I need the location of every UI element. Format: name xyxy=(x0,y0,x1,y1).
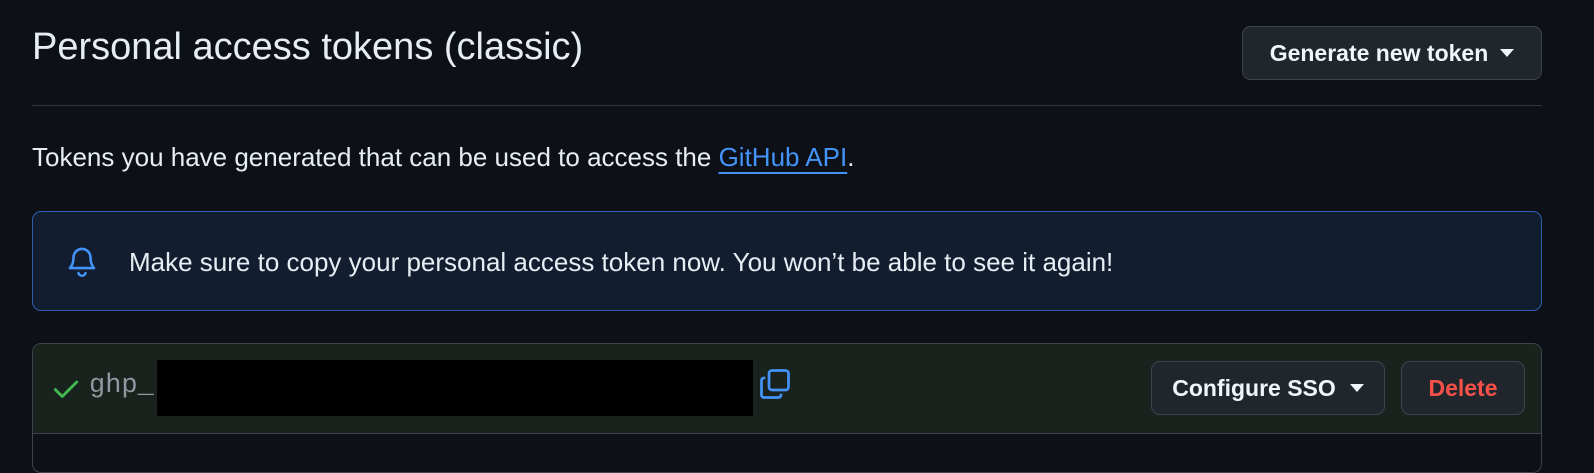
notice-message: Make sure to copy your personal access t… xyxy=(129,247,1114,277)
description-period: . xyxy=(847,142,855,172)
token-list: ghp_( Configure SSO Delete xyxy=(32,343,1542,473)
configure-sso-label: Configure SSO xyxy=(1172,374,1336,401)
tokens-description: Tokens you have generated that can be us… xyxy=(32,142,854,173)
caret-down-icon xyxy=(1500,49,1515,57)
redacted-token-block xyxy=(157,360,753,416)
copy-token-notice: Make sure to copy your personal access t… xyxy=(32,211,1542,311)
check-icon xyxy=(53,380,79,398)
generate-new-token-button[interactable]: Generate new token xyxy=(1242,26,1542,80)
page-title: Personal access tokens (classic) xyxy=(32,26,584,68)
new-token-row: ghp_( Configure SSO Delete xyxy=(33,344,1541,434)
configure-sso-button[interactable]: Configure SSO xyxy=(1151,361,1385,415)
description-text: Tokens you have generated that can be us… xyxy=(32,142,719,172)
caret-down-icon xyxy=(1349,384,1364,392)
copy-icon[interactable] xyxy=(757,366,793,402)
github-api-link[interactable]: GitHub API xyxy=(719,142,848,172)
bell-icon xyxy=(68,247,96,277)
page-header: Personal access tokens (classic) Generat… xyxy=(32,24,1542,106)
generate-new-token-label: Generate new token xyxy=(1269,39,1489,66)
delete-token-button[interactable]: Delete xyxy=(1401,361,1525,415)
